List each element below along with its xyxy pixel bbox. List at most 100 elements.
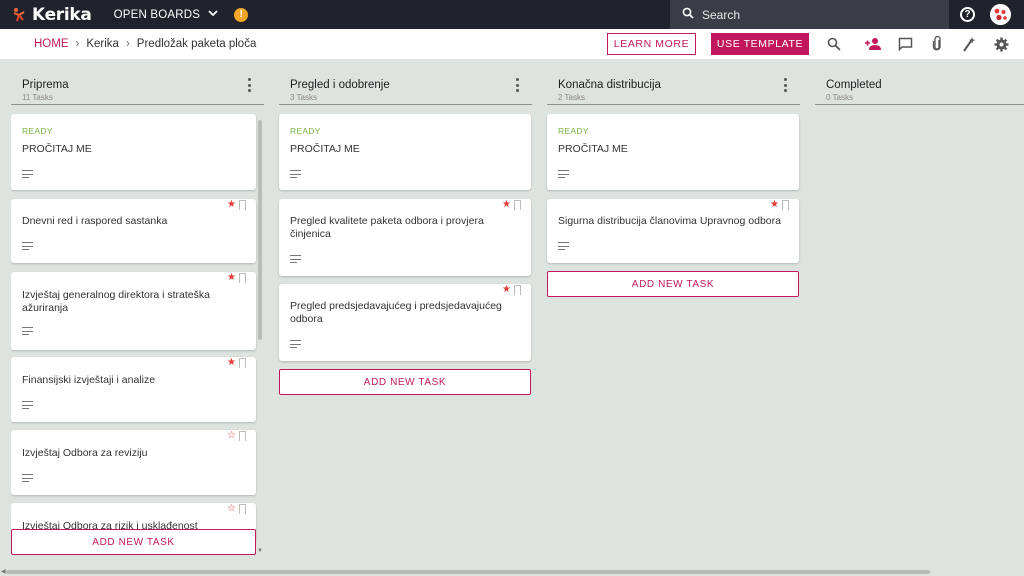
column-task-count: 2 Tasks: [558, 93, 585, 102]
task-flags: ★: [770, 200, 789, 211]
description-icon: [558, 170, 569, 178]
bookmark-icon[interactable]: [782, 200, 789, 211]
chat-icon[interactable]: [896, 35, 914, 53]
star-filled-icon[interactable]: ★: [502, 200, 511, 210]
search-icon[interactable]: [825, 35, 843, 53]
description-icon: [22, 242, 33, 250]
column-menu-icon[interactable]: [512, 78, 522, 92]
breadcrumb-account[interactable]: Kerika: [86, 38, 119, 50]
description-icon: [558, 242, 569, 250]
task-flags: ☆: [227, 431, 246, 442]
task-card[interactable]: READY PROČITAJ ME: [11, 114, 256, 190]
breadcrumb-home-link[interactable]: HOME: [34, 38, 69, 50]
add-new-task-button[interactable]: ADD NEW TASK: [279, 369, 531, 395]
learn-more-button[interactable]: LEARN MORE: [607, 33, 696, 55]
task-flags: ☆: [227, 504, 246, 515]
bookmark-icon[interactable]: [514, 285, 521, 296]
star-outline-icon[interactable]: ☆: [227, 431, 236, 441]
breadcrumb: HOME › Kerika › Predložak paketa ploča: [34, 38, 256, 50]
board-horizontal-scrollbar[interactable]: [6, 570, 930, 574]
scroll-left-icon[interactable]: ◀: [1, 568, 6, 575]
search-input[interactable]: Search: [670, 0, 949, 29]
column-scrollbar[interactable]: [258, 120, 262, 340]
star-filled-icon[interactable]: ★: [502, 285, 511, 295]
bookmark-icon[interactable]: [239, 431, 246, 442]
column-header: Priprema 11 Tasks: [11, 60, 264, 105]
description-icon: [22, 474, 33, 482]
board-toolbar: HOME › Kerika › Predložak paketa ploča L…: [0, 29, 1024, 60]
column-pregled-i-odobrenje: Pregled i odobrenje 3 Tasks READY PROČIT…: [279, 60, 532, 395]
task-flags: ★: [502, 200, 521, 211]
kerika-logo-icon: [12, 7, 26, 23]
description-icon: [22, 170, 33, 178]
add-new-task-button[interactable]: ADD NEW TASK: [11, 529, 256, 555]
task-flags: ★: [227, 200, 246, 211]
search-icon: [682, 7, 694, 22]
column-title[interactable]: Completed: [826, 79, 882, 91]
task-card[interactable]: ★ Finansijski izvještaji i analize: [11, 357, 256, 422]
task-card[interactable]: ★ Pregled predsjedavajućeg i predsjedava…: [279, 284, 531, 361]
column-title[interactable]: Pregled i odobrenje: [290, 79, 390, 91]
task-flags: ★: [227, 358, 246, 369]
task-card[interactable]: READY PROČITAJ ME: [279, 114, 531, 190]
column-header: Konačna distribucija 2 Tasks: [547, 60, 800, 105]
settings-icon[interactable]: [992, 35, 1010, 53]
task-status: READY: [290, 126, 321, 136]
task-title: PROČITAJ ME: [290, 143, 360, 155]
column-completed: Completed 0 Tasks: [815, 60, 1024, 105]
task-card[interactable]: ☆ Izvještaj Odbora za reviziju: [11, 430, 256, 495]
star-outline-icon[interactable]: ☆: [227, 504, 236, 514]
bookmark-icon[interactable]: [239, 200, 246, 211]
column-task-count: 0 Tasks: [826, 93, 853, 102]
bookmark-icon[interactable]: [239, 504, 246, 515]
star-filled-icon[interactable]: ★: [227, 200, 236, 210]
task-title: Pregled kvalitete paketa odbora i provje…: [290, 215, 484, 240]
column-menu-icon[interactable]: [244, 78, 254, 92]
description-icon: [290, 170, 301, 178]
task-title: Finansijski izvještaji i analize: [22, 374, 156, 386]
task-status: READY: [558, 126, 589, 136]
task-card[interactable]: ★ Dnevni red i raspored sastanka: [11, 199, 256, 263]
task-card[interactable]: ★ Pregled kvalitete paketa odbora i prov…: [279, 199, 531, 276]
task-flags: ★: [502, 285, 521, 296]
task-title: Pregled predsjedavajućeg i predsjedavaju…: [290, 300, 502, 325]
logo-text: Kerika: [32, 4, 92, 25]
use-template-button[interactable]: USE TEMPLATE: [711, 33, 809, 55]
bookmark-icon[interactable]: [239, 273, 246, 284]
notification-alert-icon[interactable]: !: [234, 7, 249, 22]
task-title: PROČITAJ ME: [558, 143, 628, 155]
task-card[interactable]: ★ Izvještaj generalnog direktora i strat…: [11, 272, 256, 350]
bookmark-icon[interactable]: [239, 358, 246, 369]
add-person-icon[interactable]: [863, 35, 883, 53]
bookmark-icon[interactable]: [514, 200, 521, 211]
star-filled-icon[interactable]: ★: [227, 273, 236, 283]
task-card[interactable]: READY PROČITAJ ME: [547, 114, 799, 190]
star-filled-icon[interactable]: ★: [227, 358, 236, 368]
breadcrumb-board-name: Predložak paketa ploča: [136, 38, 257, 50]
search-placeholder: Search: [702, 7, 741, 22]
chevron-down-icon: [208, 9, 218, 20]
column-header: Pregled i odobrenje 3 Tasks: [279, 60, 532, 105]
user-avatar[interactable]: [990, 4, 1011, 25]
chevron-right-icon: ›: [125, 38, 130, 50]
magic-wand-icon[interactable]: [960, 35, 978, 53]
star-filled-icon[interactable]: ★: [770, 200, 779, 210]
column-header: Completed 0 Tasks: [815, 60, 1024, 105]
attachment-icon[interactable]: [928, 35, 946, 53]
kerika-logo[interactable]: Kerika: [12, 5, 92, 25]
task-title: Izvještaj generalnog direktora i strateš…: [22, 289, 210, 314]
column-task-count: 3 Tasks: [290, 93, 317, 102]
column-title[interactable]: Konačna distribucija: [558, 79, 661, 91]
add-new-task-button[interactable]: ADD NEW TASK: [547, 271, 799, 297]
description-icon: [290, 255, 301, 263]
help-icon[interactable]: ?: [960, 7, 975, 22]
column-priprema: Priprema 11 Tasks READY PROČITAJ ME ★ Dn…: [11, 60, 264, 570]
open-boards-menu[interactable]: OPEN BOARDS: [114, 9, 219, 21]
scroll-down-icon[interactable]: ▼: [257, 548, 263, 554]
top-navigation-bar: Kerika OPEN BOARDS ! Search ?: [0, 0, 1024, 29]
task-card[interactable]: ★ Sigurna distribucija članovima Upravno…: [547, 199, 799, 263]
column-menu-icon[interactable]: [780, 78, 790, 92]
column-title[interactable]: Priprema: [22, 79, 69, 91]
task-status: READY: [22, 126, 53, 136]
task-title: Sigurna distribucija članovima Upravnog …: [558, 215, 781, 227]
